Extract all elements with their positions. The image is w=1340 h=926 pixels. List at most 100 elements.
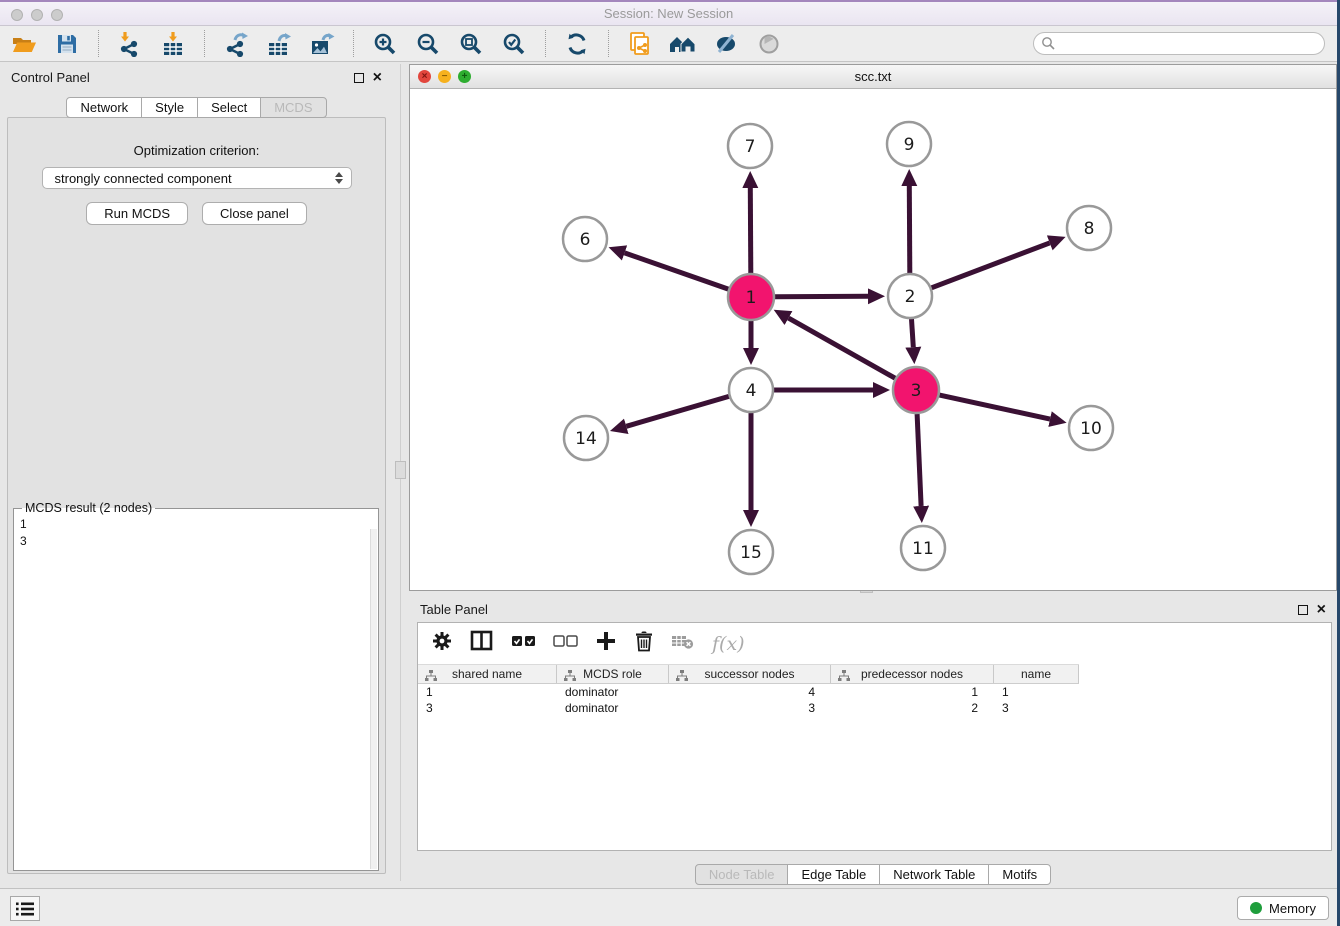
network-canvas[interactable]: 1 2 3 4 6 7 8 9 10 11 14 15 <box>410 89 1336 590</box>
graph-edge-2-3[interactable] <box>912 319 914 347</box>
tab-motifs[interactable]: Motifs <box>988 864 1051 885</box>
maximize-view-button[interactable]: + <box>458 70 471 83</box>
graph-edge-2-8[interactable] <box>932 243 1050 288</box>
export-network-icon[interactable] <box>222 30 250 58</box>
float-table-panel-icon[interactable] <box>1298 605 1308 615</box>
column-hierarchy-icon <box>838 670 850 681</box>
tab-network-table[interactable]: Network Table <box>879 864 989 885</box>
table-row[interactable]: 3dominator323 <box>418 700 1331 716</box>
vertical-splitter-handle[interactable] <box>395 461 406 479</box>
graph-node-1[interactable]: 1 <box>728 274 774 320</box>
graph-edge-1-2[interactable] <box>775 296 868 297</box>
mcds-result-title: MCDS result (2 nodes) <box>22 501 155 515</box>
graph-node-10[interactable]: 10 <box>1069 406 1113 450</box>
bird-eye-view-icon[interactable] <box>755 30 783 58</box>
select-all-icon[interactable] <box>511 634 536 653</box>
titlebar: Session: New Session <box>0 0 1337 26</box>
refresh-view-icon[interactable] <box>563 30 591 58</box>
table-row[interactable]: 1dominator411 <box>418 684 1331 700</box>
graph-edge-1-7[interactable] <box>750 188 751 273</box>
control-panel-title: Control Panel <box>11 70 90 85</box>
add-entry-icon[interactable] <box>595 630 617 657</box>
close-panel-button[interactable]: Close panel <box>202 202 307 225</box>
graph-edge-1-6[interactable] <box>625 253 729 289</box>
graph-node-11[interactable]: 11 <box>901 526 945 570</box>
graph-node-2[interactable]: 2 <box>888 274 932 318</box>
column-header-name[interactable]: name <box>994 665 1079 683</box>
result-scrollbar[interactable] <box>370 529 377 869</box>
column-settings-icon[interactable] <box>431 630 453 657</box>
graph-node-3[interactable]: 3 <box>893 367 939 413</box>
column-header-label: predecessor nodes <box>861 667 963 681</box>
reset-view-icon[interactable] <box>669 30 697 58</box>
close-window-button[interactable] <box>11 9 23 21</box>
column-header-label: name <box>1021 667 1051 681</box>
run-mcds-button[interactable]: Run MCDS <box>86 202 188 225</box>
delete-entry-icon[interactable] <box>634 630 654 657</box>
svg-text:15: 15 <box>740 543 762 563</box>
tab-edge-table[interactable]: Edge Table <box>787 864 880 885</box>
table-panel-title: Table Panel <box>420 602 488 617</box>
table-panel-tabs: Node TableEdge TableNetwork TableMotifs <box>409 864 1337 885</box>
float-panel-icon[interactable] <box>354 73 364 83</box>
graph-edge-4-14[interactable] <box>626 396 729 426</box>
column-hierarchy-icon <box>676 670 688 681</box>
zoom-out-icon[interactable] <box>414 30 442 58</box>
graph-node-9[interactable]: 9 <box>887 122 931 166</box>
graph-node-6[interactable]: 6 <box>563 217 607 261</box>
column-header-shared-name[interactable]: shared name <box>418 665 557 683</box>
minimize-view-button[interactable]: − <box>438 70 451 83</box>
memory-button[interactable]: Memory <box>1237 896 1329 920</box>
deselect-all-icon[interactable] <box>553 634 578 653</box>
tab-select[interactable]: Select <box>197 97 261 118</box>
graph-edge-3-11[interactable] <box>917 414 921 506</box>
clone-network-icon[interactable] <box>626 30 654 58</box>
table-cell: 3 <box>669 701 831 715</box>
import-network-icon[interactable] <box>116 30 144 58</box>
network-view-window: × − + scc.txt 1 2 3 4 6 7 8 9 10 11 14 15 <box>409 64 1337 591</box>
graph-edge-2-9[interactable] <box>909 186 910 273</box>
network-window-title: scc.txt <box>855 69 892 84</box>
graph-node-4[interactable]: 4 <box>729 368 773 412</box>
split-panel-icon[interactable] <box>470 630 494 657</box>
memory-button-label: Memory <box>1269 901 1316 916</box>
task-history-button[interactable] <box>10 896 40 921</box>
tab-network[interactable]: Network <box>66 97 142 118</box>
graph-node-14[interactable]: 14 <box>564 416 608 460</box>
import-table-icon[interactable] <box>159 30 187 58</box>
graph-node-7[interactable]: 7 <box>728 124 772 168</box>
table-cell: 2 <box>831 701 994 715</box>
export-table-icon[interactable] <box>265 30 293 58</box>
column-header-mcds-role[interactable]: MCDS role <box>557 665 669 683</box>
zoom-in-icon[interactable] <box>371 30 399 58</box>
table-cell: 1 <box>994 685 1079 699</box>
graph-edge-3-10[interactable] <box>940 395 1051 419</box>
column-header-successor-nodes[interactable]: successor nodes <box>669 665 831 683</box>
zoom-fit-icon[interactable] <box>457 30 485 58</box>
graph-node-8[interactable]: 8 <box>1067 206 1111 250</box>
tab-node-table[interactable]: Node Table <box>695 864 789 885</box>
export-image-icon[interactable] <box>308 30 336 58</box>
close-table-panel-icon[interactable]: × <box>1317 604 1326 616</box>
function-builder-icon[interactable]: f(x) <box>712 633 745 655</box>
show-graphics-details-icon[interactable] <box>712 30 740 58</box>
close-panel-icon[interactable]: × <box>373 72 382 84</box>
minimize-window-button[interactable] <box>31 9 43 21</box>
tab-style[interactable]: Style <box>141 97 198 118</box>
zoom-selected-icon[interactable] <box>500 30 528 58</box>
save-session-icon[interactable] <box>53 30 81 58</box>
optimization-criterion-label: Optimization criterion: <box>8 143 385 158</box>
graph-node-15[interactable]: 15 <box>729 530 773 574</box>
column-header-predecessor-nodes[interactable]: predecessor nodes <box>831 665 994 683</box>
open-session-icon[interactable] <box>10 30 38 58</box>
graph-edge-3-1[interactable] <box>789 318 896 378</box>
delete-table-icon[interactable] <box>671 632 695 655</box>
toolbar-separator <box>545 30 546 57</box>
zoom-window-button[interactable] <box>51 9 63 21</box>
tab-mcds[interactable]: MCDS <box>260 97 326 118</box>
mcds-result-text[interactable]: 1 3 <box>20 516 372 550</box>
search-input[interactable] <box>1033 32 1325 55</box>
column-header-label: shared name <box>452 667 522 681</box>
criterion-dropdown[interactable]: strongly connected component <box>42 167 352 189</box>
close-view-button[interactable]: × <box>418 70 431 83</box>
